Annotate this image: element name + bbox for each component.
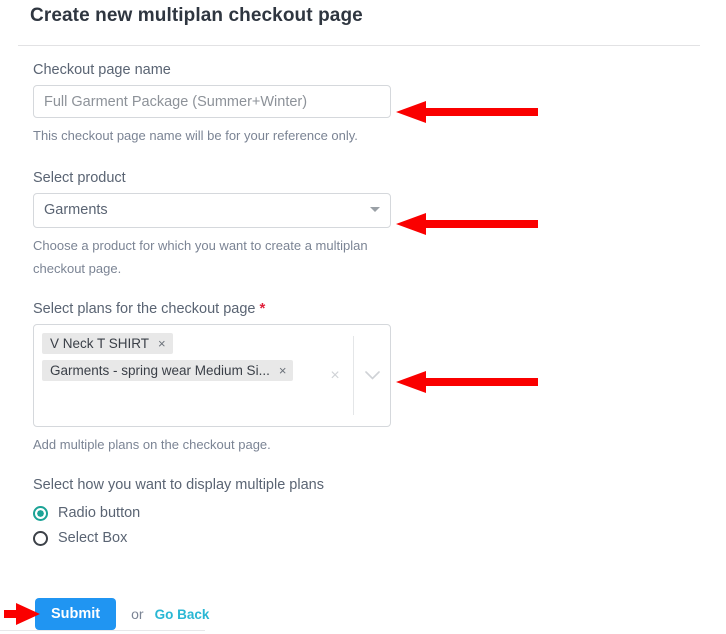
- checkout-name-label: Checkout page name: [33, 62, 171, 78]
- plans-multiselect[interactable]: V Neck T SHIRT × Garments - spring wear …: [33, 324, 391, 428]
- plans-label: Select plans for the checkout page *: [33, 300, 653, 317]
- product-select[interactable]: Garments: [33, 192, 391, 228]
- radio-option-label: Select Box: [58, 530, 128, 546]
- or-separator-text: or: [131, 606, 144, 622]
- remove-chip-icon[interactable]: ×: [158, 336, 166, 351]
- form-footer: Submit or Go Back: [35, 598, 209, 630]
- product-label: Select product: [33, 169, 126, 186]
- radio-option-select-box[interactable]: Select Box: [33, 530, 653, 546]
- checkout-name-field-group: Checkout page name This checkout page na…: [33, 62, 653, 148]
- plan-chip[interactable]: V Neck T SHIRT ×: [42, 333, 173, 355]
- product-helper-text: Choose a product for which you want to c…: [33, 237, 368, 276]
- create-multiplan-checkout-form: Checkout page name This checkout page na…: [33, 62, 653, 555]
- checkout-name-helper-text: This checkout page name will be for your…: [33, 128, 358, 143]
- plans-field-group: Select plans for the checkout page * V N…: [33, 300, 653, 457]
- plan-chip[interactable]: Garments - spring wear Medium Si... ×: [42, 360, 294, 382]
- page-title: Create new multiplan checkout page: [30, 5, 363, 26]
- plan-chip-label: Garments - spring wear Medium Si...: [50, 363, 270, 379]
- plans-helper-text: Add multiple plans on the checkout page.: [33, 437, 271, 453]
- go-back-link[interactable]: Go Back: [155, 607, 210, 622]
- radio-unselected-icon: [33, 530, 48, 546]
- radio-selected-icon: [33, 505, 48, 521]
- chevron-down-icon[interactable]: [354, 371, 390, 380]
- plan-chip-label: V Neck T SHIRT: [50, 336, 150, 352]
- radio-option-label: Radio button: [58, 505, 141, 521]
- chevron-down-icon: [370, 206, 380, 212]
- plans-multiselect-controls: ×: [317, 325, 390, 426]
- clear-all-icon[interactable]: ×: [317, 367, 353, 385]
- product-select-value: Garments: [33, 192, 391, 228]
- submit-button[interactable]: Submit: [35, 598, 117, 630]
- plans-chip-list: V Neck T SHIRT × Garments - spring wear …: [42, 333, 310, 387]
- bottom-divider: [0, 630, 205, 631]
- product-field-group: Select product Garments Choose a product…: [33, 170, 653, 281]
- remove-chip-icon[interactable]: ×: [279, 363, 287, 378]
- display-mode-label: Select how you want to display multiple …: [33, 477, 324, 493]
- required-asterisk: *: [259, 300, 266, 318]
- plans-label-text: Select plans for the checkout page: [33, 301, 256, 318]
- header-divider: [18, 45, 700, 46]
- checkout-name-input[interactable]: [33, 85, 391, 118]
- radio-option-radio-button[interactable]: Radio button: [33, 505, 653, 521]
- display-mode-group: Select how you want to display multiple …: [33, 477, 653, 546]
